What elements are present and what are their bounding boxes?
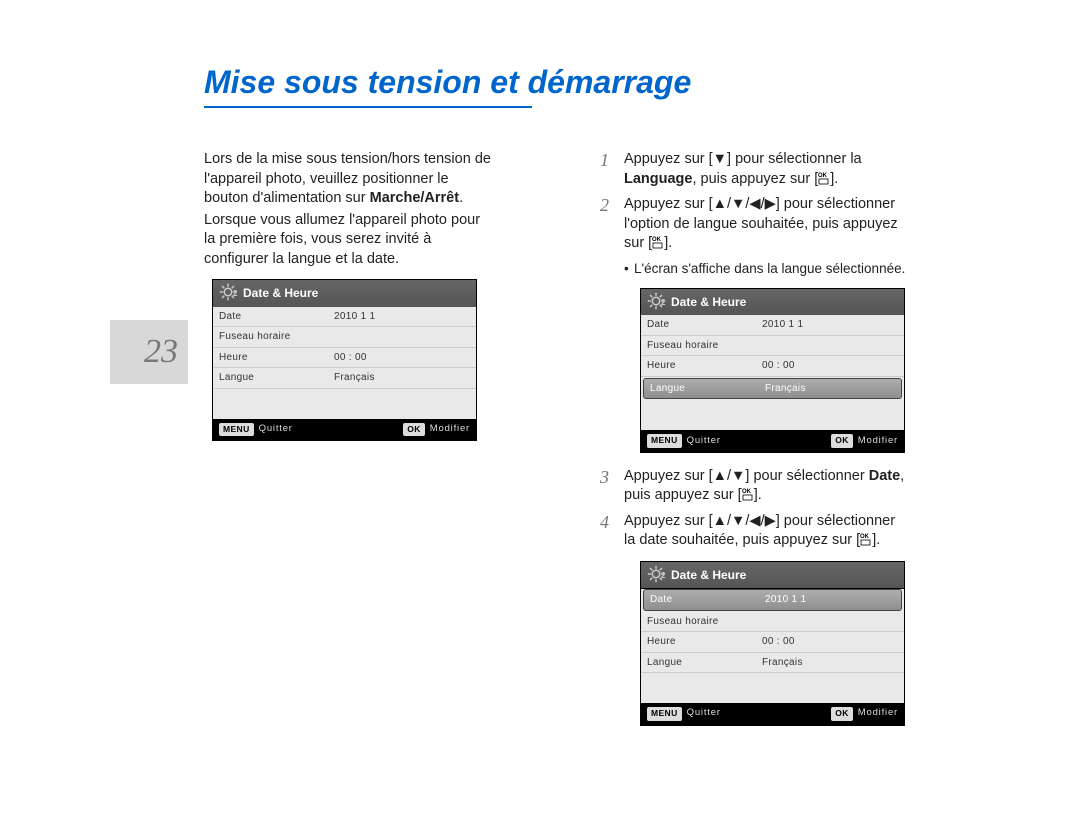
lcd-row-timezone: Fuseau horaire [213,327,476,348]
step-1-body: Appuyez sur [▼] pour sélectionner la Lan… [624,150,910,189]
ok-print-icon: OK [742,487,754,501]
lcd-title-bar: 2 Date & Heure [641,289,904,315]
intro-paragraph-2: Lorsque vous allumez l'appareil photo po… [204,211,494,270]
lcd-rows: Date2010 1 1 Fuseau horaire Heure00 : 00… [213,307,476,419]
lcd-footer: MENU Quitter OK Modifier [641,430,904,451]
lcd-rows: Date2010 1 1 Fuseau horaire Heure00 : 00… [641,589,904,703]
lcd-footer-left: MENU Quitter [647,434,831,447]
lcd-row-timezone: Fuseau horaire [641,336,904,357]
gear-subscript: 2 [661,298,665,309]
intro-text-1c: . [459,190,463,206]
step-number-3: 3 [600,467,624,506]
lcd-title: Date & Heure [671,295,746,309]
svg-text:OK: OK [818,173,828,179]
lcd-title: Date & Heure [671,568,746,582]
lcd-title: Date & Heure [243,286,318,300]
lcd-spacer [213,389,476,419]
lcd-row-langue: LangueFrançais [213,368,476,389]
gear-subscript: 2 [661,571,665,582]
camera-lcd-3: 2 Date & Heure Date2010 1 1 Fuseau horai… [640,561,905,726]
modifier-label: Modifier [858,707,898,720]
lcd-row-date-highlighted: Date2010 1 1 [643,589,902,611]
lcd-row-heure: Heure00 : 00 [213,348,476,369]
step-1: 1 Appuyez sur [▼] pour sélectionner la L… [600,150,910,189]
svg-text:OK: OK [742,489,752,495]
lcd-title-bar: 2 Date & Heure [641,562,904,588]
menu-chip: MENU [219,423,254,436]
step-2-bullet: •L'écran s'affiche dans la langue sélect… [624,260,910,278]
step-number-4: 4 [600,512,624,551]
step-3-body: Appuyez sur [▲/▼] pour sélectionner Date… [624,467,910,506]
step-3: 3 Appuyez sur [▲/▼] pour sélectionner Da… [600,467,910,506]
lcd-footer-left: MENU Quitter [219,423,403,436]
lcd-title-bar: 2 Date & Heure [213,280,476,306]
step-number-2: 2 [600,195,624,254]
camera-lcd-2: 2 Date & Heure Date2010 1 1 Fuseau horai… [640,288,905,453]
lcd-row-timezone: Fuseau horaire [641,612,904,633]
intro-text-1b-bold: Marche/Arrêt [370,190,459,206]
intro-paragraph-1: Lors de la mise sous tension/hors tensio… [204,150,494,209]
lcd-row-date: Date2010 1 1 [641,315,904,336]
step-number-1: 1 [600,150,624,189]
lcd-footer: MENU Quitter OK Modifier [641,703,904,724]
ok-chip: OK [831,707,853,720]
page-number: 23 [144,333,178,371]
step-2: 2 Appuyez sur [▲/▼/◀/▶] pour sélectionne… [600,195,910,254]
lcd-spacer [641,673,904,703]
lcd-row-date: Date2010 1 1 [213,307,476,328]
page-number-box: 23 [110,320,188,384]
quitter-label: Quitter [687,707,721,720]
quitter-label: Quitter [687,435,721,448]
step-4-body: Appuyez sur [▲/▼/◀/▶] pour sélectionner … [624,512,910,551]
ok-print-icon: OK [652,235,664,249]
lcd-footer-right: OK Modifier [831,434,898,447]
lcd-footer: MENU Quitter OK Modifier [213,419,476,440]
lcd-footer-right: OK Modifier [403,423,470,436]
lcd-row-langue: LangueFrançais [641,653,904,674]
ok-chip: OK [403,423,425,436]
modifier-label: Modifier [858,435,898,448]
ok-print-icon: OK [860,532,872,546]
page-title: Mise sous tension et démarrage [204,64,691,101]
lcd-row-langue-highlighted: LangueFrançais [643,378,902,400]
modifier-label: Modifier [430,423,470,436]
camera-lcd-1: 2 Date & Heure Date2010 1 1 Fuseau horai… [212,279,477,441]
menu-chip: MENU [647,707,682,720]
lcd-row-heure: Heure00 : 00 [641,632,904,653]
lcd-rows: Date2010 1 1 Fuseau horaire Heure00 : 00… [641,315,904,430]
quitter-label: Quitter [259,423,293,436]
lcd-footer-right: OK Modifier [831,707,898,720]
left-column: Lors de la mise sous tension/hors tensio… [204,150,494,455]
svg-text:OK: OK [652,237,662,243]
title-underline [204,106,532,108]
ok-chip: OK [831,434,853,447]
lcd-footer-left: MENU Quitter [647,707,831,720]
lcd-row-heure: Heure00 : 00 [641,356,904,377]
lcd-spacer [641,400,904,430]
menu-chip: MENU [647,434,682,447]
right-column: 1 Appuyez sur [▼] pour sélectionner la L… [600,150,910,740]
bullet-icon: • [624,260,634,278]
gear-subscript: 2 [233,289,237,300]
step-2-body: Appuyez sur [▲/▼/◀/▶] pour sélectionner … [624,195,910,254]
svg-text:OK: OK [860,534,870,540]
step-4: 4 Appuyez sur [▲/▼/◀/▶] pour sélectionne… [600,512,910,551]
ok-print-icon: OK [818,171,830,185]
